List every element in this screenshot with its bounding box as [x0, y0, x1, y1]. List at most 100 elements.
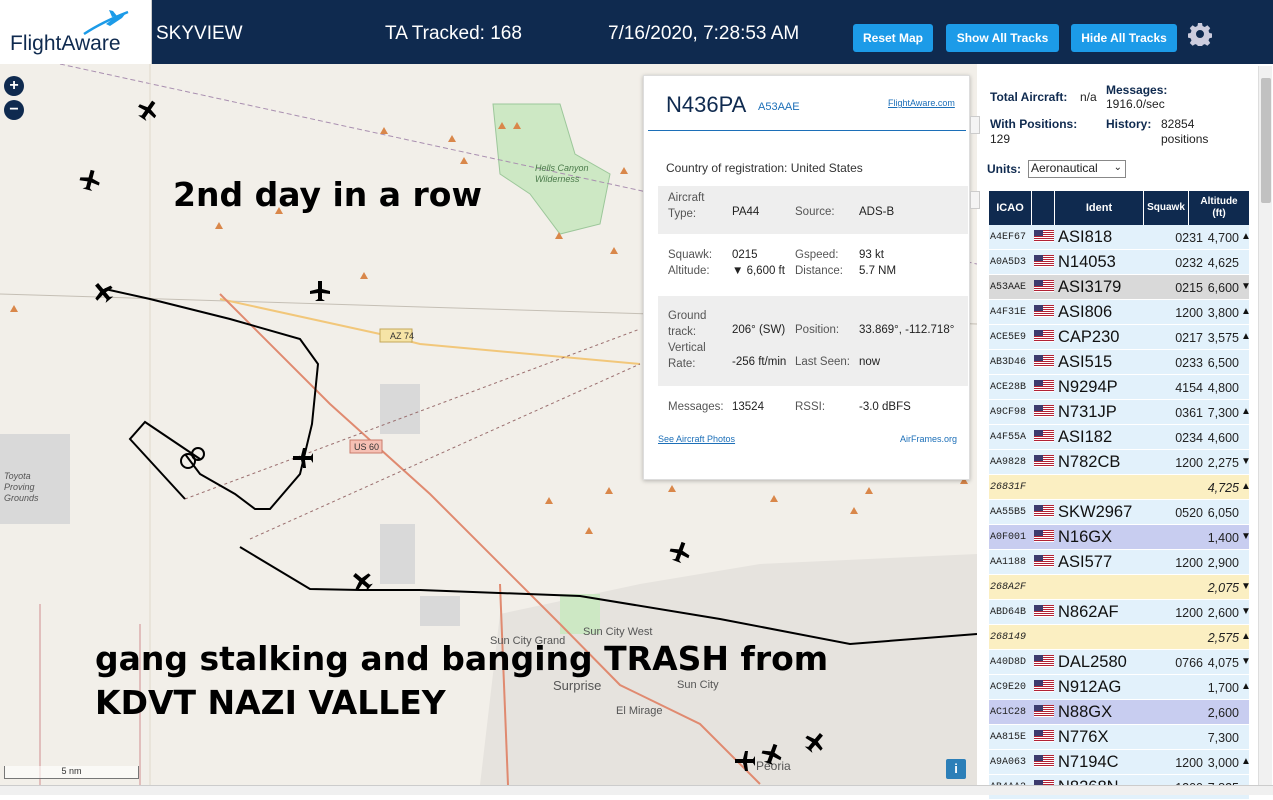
row-altitude: 4,600: [1207, 431, 1239, 445]
table-row[interactable]: 268149 2,575 ▲: [989, 625, 1251, 650]
us-flag-icon: [1034, 530, 1054, 542]
us-flag-icon: [1034, 730, 1054, 742]
table-row[interactable]: ABD64B N862AF 1200 2,600 ▼: [989, 600, 1251, 625]
country-value: United States: [790, 161, 863, 175]
chevron-down-icon: ⌄: [1113, 162, 1122, 173]
climbing-arrow-icon: ▲: [1241, 231, 1251, 242]
row-icao: 268A2F: [990, 582, 1027, 593]
gspeed-label: Gspeed:: [795, 249, 839, 261]
row-icao: A0A5D3: [990, 257, 1027, 268]
table-row[interactable]: AC1C28 N88GX 2,600: [989, 700, 1249, 725]
position-value: 33.869°, -112.718°: [859, 324, 955, 336]
ground-track-value: 206° (SW): [732, 324, 786, 336]
rssi-label: RSSI:: [795, 401, 826, 413]
climbing-arrow-icon: ▲: [1241, 756, 1251, 767]
units-select[interactable]: Aeronautical ⌄: [1028, 160, 1126, 178]
popup-divider: [648, 130, 966, 131]
map-label-sun-city-west: Sun City West: [583, 626, 653, 638]
row-icao: A9A063: [990, 757, 1027, 768]
row-icao: AA55B5: [990, 507, 1027, 518]
table-row[interactable]: 268A2F 2,075 ▼: [989, 575, 1251, 600]
row-icao: AB3D46: [990, 357, 1027, 368]
table-row[interactable]: A9CF98 N731JP 0361 7,300 ▲: [989, 400, 1251, 425]
table-row[interactable]: ACE28B N9294P 4154 4,800: [989, 375, 1249, 400]
climbing-arrow-icon: ▲: [1241, 631, 1251, 642]
with-positions-value: 129: [990, 132, 1011, 146]
panel-toggle-2[interactable]: [970, 191, 980, 209]
column-squawk[interactable]: Squawk: [1144, 191, 1188, 225]
us-flag-icon: [1034, 280, 1054, 292]
row-icao: ABD64B: [990, 607, 1027, 618]
panel-toggle-1[interactable]: [970, 116, 980, 134]
table-row[interactable]: A4EF67 ASI818 0231 4,700 ▲: [989, 225, 1251, 250]
row-altitude: 4,725: [1207, 481, 1239, 495]
us-flag-icon: [1034, 705, 1054, 717]
row-icao: AA9828: [990, 457, 1027, 468]
table-row[interactable]: A0A5D3 N14053 0232 4,625: [989, 250, 1249, 275]
table-row[interactable]: A4F55A ASI182 0234 4,600: [989, 425, 1249, 450]
row-ident: N88GX: [1058, 703, 1113, 721]
descending-arrow-icon: ▼: [1241, 281, 1251, 292]
messages-rate-label: Messages:: [1106, 83, 1168, 97]
row-ident: SKW2967: [1058, 503, 1133, 521]
row-altitude: 6,600: [1207, 281, 1239, 295]
row-altitude: 4,075: [1207, 656, 1239, 670]
table-row[interactable]: A0F001 N16GX 1,400 ▼: [989, 525, 1251, 550]
row-altitude: 2,275: [1207, 456, 1239, 470]
table-row[interactable]: ACE5E9 CAP230 0217 3,575 ▲: [989, 325, 1251, 350]
column-altitude[interactable]: Altitude (ft): [1189, 191, 1249, 225]
country-label: Country of registration:: [666, 161, 788, 175]
table-row[interactable]: AB3D46 ASI515 0233 6,500: [989, 350, 1249, 375]
units-select-value: Aeronautical: [1031, 161, 1098, 175]
table-row[interactable]: A4F31E ASI806 1200 3,800 ▲: [989, 300, 1251, 325]
column-flag[interactable]: [1032, 191, 1054, 225]
hide-all-tracks-button[interactable]: Hide All Tracks: [1071, 24, 1177, 52]
zoom-out-button[interactable]: −: [4, 100, 24, 120]
us-flag-icon: [1034, 305, 1054, 317]
us-flag-icon: [1034, 405, 1054, 417]
descending-arrow-icon: ▼: [1241, 456, 1251, 467]
table-row[interactable]: 26831F 4,725 ▲: [989, 475, 1251, 500]
row-altitude: 2,900: [1207, 556, 1239, 570]
scrollbar-thumb[interactable]: [1261, 78, 1271, 203]
us-flag-icon: [1034, 430, 1054, 442]
table-row[interactable]: AA55B5 SKW2967 0520 6,050: [989, 500, 1249, 525]
row-ident: ASI515: [1058, 353, 1113, 371]
row-ident: N731JP: [1058, 403, 1117, 421]
panel-scrollbar[interactable]: [1258, 66, 1272, 785]
table-row[interactable]: A53AAE ASI3179 0215 6,600 ▼: [989, 275, 1251, 300]
map-info-icon[interactable]: i: [946, 759, 966, 779]
climbing-arrow-icon: ▲: [1241, 306, 1251, 317]
us-flag-icon: [1034, 680, 1054, 692]
reset-map-button[interactable]: Reset Map: [853, 24, 933, 52]
popup-flightaware-link[interactable]: FlightAware.com: [888, 98, 955, 108]
table-row[interactable]: AC9E20 N912AG 1,700 ▲: [989, 675, 1251, 700]
row-altitude: 4,700: [1207, 231, 1239, 245]
row-icao: A9CF98: [990, 407, 1027, 418]
map-label-el-mirage: El Mirage: [616, 705, 663, 717]
climbing-arrow-icon: ▲: [1241, 681, 1251, 692]
current-datetime: 7/16/2020, 7:28:53 AM: [608, 23, 800, 44]
column-icao[interactable]: ICAO: [989, 191, 1031, 225]
popup-ident: N436PA: [666, 92, 747, 117]
row-squawk: 1200: [1175, 306, 1203, 320]
gear-icon[interactable]: [1188, 22, 1212, 46]
see-aircraft-photos-link[interactable]: See Aircraft Photos: [658, 434, 735, 444]
row-icao: A40D8D: [990, 657, 1027, 668]
climbing-arrow-icon: ▲: [1241, 331, 1251, 342]
row-ident: N862AF: [1058, 603, 1119, 621]
table-row[interactable]: A9A063 N7194C 1200 3,000 ▲: [989, 750, 1251, 775]
table-row[interactable]: AA9828 N782CB 1200 2,275 ▼: [989, 450, 1251, 475]
squawk-label: Squawk:: [668, 249, 713, 261]
row-squawk: 0233: [1175, 356, 1203, 370]
flightaware-logo[interactable]: FlightAware: [0, 0, 152, 64]
table-row[interactable]: A40D8D DAL2580 0766 4,075 ▼: [989, 650, 1251, 675]
zoom-in-button[interactable]: +: [4, 76, 24, 96]
airframes-link[interactable]: AirFrames.org: [900, 434, 957, 444]
table-row[interactable]: AA815E N776X 7,300: [989, 725, 1249, 750]
row-icao: A0F001: [990, 532, 1027, 543]
column-ident[interactable]: Ident: [1055, 191, 1143, 225]
app-name: SKYVIEW: [156, 23, 243, 44]
show-all-tracks-button[interactable]: Show All Tracks: [946, 24, 1059, 52]
table-row[interactable]: AA1188 ASI577 1200 2,900: [989, 550, 1249, 575]
